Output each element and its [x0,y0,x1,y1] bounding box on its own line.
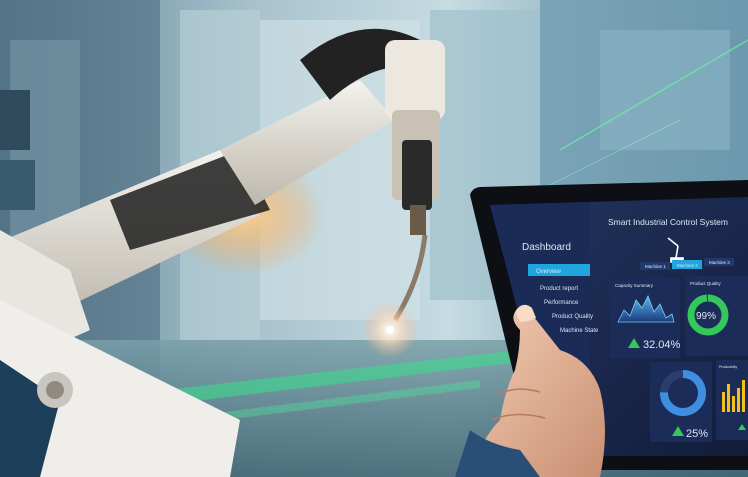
bar-3 [732,396,735,412]
ring-value: 25% [686,428,708,440]
capacity-title: Capacity Summary [615,283,654,288]
nav-item-product-report[interactable]: Product report [540,286,578,292]
system-title: Smart Industrial Control System [608,217,728,227]
productivity-title: Productivity [719,365,737,369]
bar-5 [742,380,745,412]
tab-machine-3-label: Machine 3 [709,260,730,265]
tab-machine-1-label: Machine 1 [645,264,666,269]
nav-item-machine-state[interactable]: Machine State [560,328,599,334]
nav-item-overview[interactable]: Overview [536,269,562,275]
nav-item-product-quality[interactable]: Product Quality [552,314,593,320]
sidebar-title: Dashboard [522,242,571,253]
tab-machine-2-label: Machine 2 [677,263,698,268]
bar-2 [727,384,730,412]
quality-title: Product Quality [690,281,722,286]
tablet: Dashboard Overview Product report Perfor… [455,180,748,477]
capacity-value: 32.04% [643,339,681,351]
quality-value: 99% [696,311,716,322]
bar-4 [737,388,740,412]
bar-1 [722,392,725,412]
nav-item-performance[interactable]: Performance [544,300,579,306]
